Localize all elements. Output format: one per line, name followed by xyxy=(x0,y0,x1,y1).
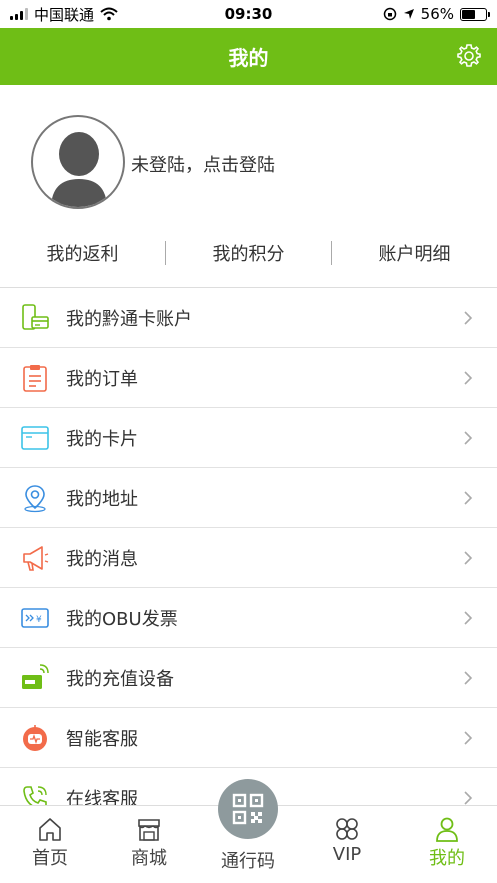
menu-item-obu-invoice[interactable]: ¥ 我的OBU发票 xyxy=(0,588,497,648)
chevron-right-icon xyxy=(464,670,473,685)
menu-item-address[interactable]: 我的地址 xyxy=(0,468,497,528)
menu-item-label: 我的OBU发票 xyxy=(66,608,178,630)
settings-gear-icon[interactable] xyxy=(455,42,483,70)
location-icon xyxy=(20,483,50,513)
menu-item-label: 我的订单 xyxy=(66,368,138,390)
tab-mall[interactable]: 商城 xyxy=(109,816,189,870)
menu-item-label: 我的地址 xyxy=(66,488,138,510)
tab-home[interactable]: 首页 xyxy=(10,816,90,870)
carrier-label: 中国联通 xyxy=(34,5,95,24)
user-placeholder-icon xyxy=(51,132,107,207)
chevron-right-icon xyxy=(464,790,473,805)
stats-row: 我的返利 我的积分 账户明细 xyxy=(0,235,497,271)
signal-icon xyxy=(10,8,28,20)
pass-code-button[interactable] xyxy=(218,779,278,839)
location-arrow-icon xyxy=(403,9,414,19)
qr-code-icon xyxy=(232,793,264,825)
user-icon xyxy=(436,817,458,842)
chevron-right-icon xyxy=(464,490,473,505)
stat-rebate[interactable]: 我的返利 xyxy=(0,240,165,266)
menu-item-label: 我的充值设备 xyxy=(66,668,174,690)
chevron-right-icon xyxy=(464,730,473,745)
card-account-icon xyxy=(20,303,50,333)
page-header: 我的 xyxy=(0,28,497,85)
tab-mine[interactable]: 我的 xyxy=(407,816,487,870)
invoice-icon: ¥ xyxy=(20,603,50,633)
battery-icon xyxy=(460,7,490,21)
status-left: 中国联通 xyxy=(10,4,118,25)
tab-label: 商城 xyxy=(131,848,167,869)
stat-points[interactable]: 我的积分 xyxy=(166,240,331,266)
card-icon xyxy=(20,423,50,453)
menu-item-label: 我的黔通卡账户 xyxy=(66,308,192,330)
menu-item-messages[interactable]: 我的消息 xyxy=(0,528,497,588)
menu-list: 我的黔通卡账户 我的订单 我的卡片 我的地址 我的消息 ¥ 我的OBU发票 我的… xyxy=(0,287,497,828)
avatar[interactable] xyxy=(31,115,125,209)
tab-vip[interactable]: VIP xyxy=(307,816,387,865)
battery-percent: 56% xyxy=(420,5,454,23)
clover-icon xyxy=(336,818,358,840)
wifi-icon xyxy=(100,7,118,21)
status-bar: 中国联通 09:30 56% xyxy=(0,0,497,28)
page-title: 我的 xyxy=(228,46,269,70)
menu-item-orders[interactable]: 我的订单 xyxy=(0,348,497,408)
recharge-device-icon xyxy=(20,663,50,693)
menu-item-label: 我的卡片 xyxy=(66,428,138,450)
login-prompt[interactable]: 未登陆，点击登陆 xyxy=(131,151,275,177)
store-icon xyxy=(138,819,160,841)
chevron-right-icon xyxy=(464,550,473,565)
stat-account-details[interactable]: 账户明细 xyxy=(332,240,497,266)
menu-item-cards[interactable]: 我的卡片 xyxy=(0,408,497,468)
menu-item-label: 智能客服 xyxy=(66,728,138,750)
pass-code-label[interactable]: 通行码 xyxy=(208,847,288,873)
rotation-lock-icon xyxy=(383,7,396,21)
menu-item-card-account[interactable]: 我的黔通卡账户 xyxy=(0,288,497,348)
chevron-right-icon xyxy=(464,370,473,385)
menu-item-smart-service[interactable]: 智能客服 xyxy=(0,708,497,768)
home-icon xyxy=(39,818,61,841)
order-icon xyxy=(20,363,50,393)
megaphone-icon xyxy=(20,543,50,573)
status-right: 56% xyxy=(383,5,490,23)
status-time: 09:30 xyxy=(224,5,273,23)
menu-item-label: 我的消息 xyxy=(66,548,138,570)
menu-item-recharge-device[interactable]: 我的充值设备 xyxy=(0,648,497,708)
svg-text:¥: ¥ xyxy=(36,615,42,625)
profile-section: 未登陆，点击登陆 我的返利 我的积分 账户明细 xyxy=(0,85,497,285)
tab-label: 我的 xyxy=(429,848,465,869)
tab-label: 首页 xyxy=(32,848,68,869)
robot-icon xyxy=(20,723,50,753)
chevron-right-icon xyxy=(464,310,473,325)
chevron-right-icon xyxy=(464,430,473,445)
tab-label: VIP xyxy=(332,844,362,865)
chevron-right-icon xyxy=(464,610,473,625)
